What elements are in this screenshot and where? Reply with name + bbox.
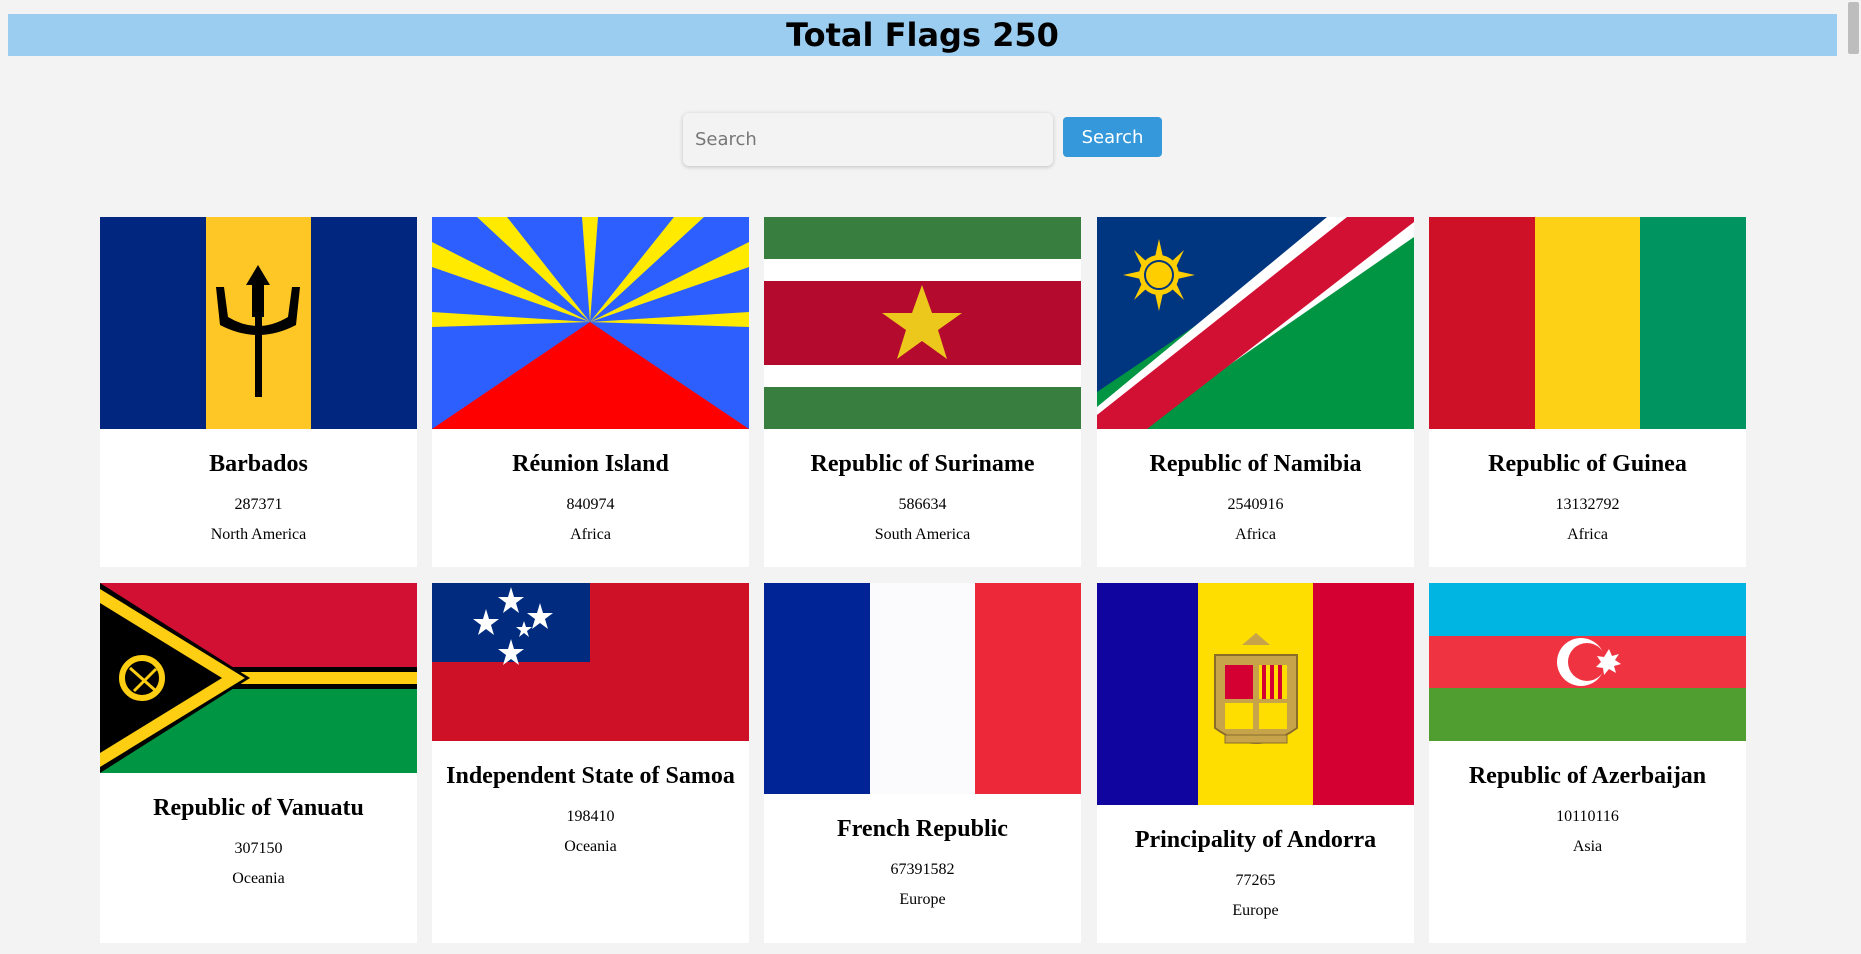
country-population: 840974 <box>566 496 615 513</box>
country-name: Principality of Andorra <box>1134 827 1377 853</box>
suriname-flag <box>764 217 1081 429</box>
country-population: 10110116 <box>1556 808 1619 825</box>
country-region: South America <box>874 526 971 543</box>
country-name: French Republic <box>837 816 1008 842</box>
country-card[interactable]: French Republic 67391582 Europe <box>764 583 1081 943</box>
vertical-scrollbar[interactable] <box>1846 0 1861 954</box>
andorra-flag <box>1097 583 1414 805</box>
country-name: Republic of Azerbaijan <box>1468 763 1707 789</box>
namibia-flag <box>1097 217 1414 429</box>
country-region: Oceania <box>564 838 617 855</box>
france-flag <box>764 583 1081 794</box>
country-population: 67391582 <box>890 861 955 878</box>
country-card[interactable]: Principality of Andorra 77265 Europe <box>1097 583 1414 943</box>
country-card[interactable]: Republic of Namibia 2540916 Africa <box>1097 217 1414 567</box>
country-name: Republic of Namibia <box>1149 451 1362 477</box>
country-name: Republic of Guinea <box>1488 451 1687 477</box>
country-population: 198410 <box>566 808 615 825</box>
country-population: 307150 <box>234 840 283 857</box>
country-population: 13132792 <box>1555 496 1620 513</box>
country-population: 77265 <box>1235 872 1276 889</box>
country-region: North America <box>210 526 307 543</box>
samoa-flag <box>432 583 749 741</box>
country-region: Europe <box>899 891 946 908</box>
country-population: 586634 <box>898 496 947 513</box>
country-name: Republic of Vanuatu <box>153 795 364 821</box>
country-region: Asia <box>1572 838 1603 855</box>
country-card[interactable]: Republic of Guinea 13132792 Africa <box>1429 217 1746 567</box>
country-name: Barbados <box>209 451 308 477</box>
country-region: Africa <box>570 526 611 543</box>
country-card[interactable]: Republic of Azerbaijan 10110116 Asia <box>1429 583 1746 943</box>
country-card[interactable]: Republic of Suriname 586634 South Americ… <box>764 217 1081 567</box>
country-card[interactable]: Republic of Vanuatu 307150 Oceania <box>100 583 417 943</box>
country-region: Africa <box>1567 526 1608 543</box>
azerbaijan-flag <box>1429 583 1746 741</box>
country-population: 287371 <box>234 496 283 513</box>
country-name: Réunion Island <box>512 451 669 477</box>
vanuatu-flag <box>100 583 417 773</box>
page-title: Total Flags 250 <box>786 16 1059 54</box>
country-region: Europe <box>1232 902 1279 919</box>
country-card[interactable]: Independent State of Samoa 198410 Oceani… <box>432 583 749 943</box>
country-card[interactable]: Barbados 287371 North America <box>100 217 417 567</box>
page-header: Total Flags 250 <box>8 14 1837 56</box>
country-region: Oceania <box>232 870 285 887</box>
country-name: Independent State of Samoa <box>446 763 735 789</box>
guinea-flag <box>1429 217 1746 429</box>
country-region: Africa <box>1235 526 1276 543</box>
barbados-flag <box>100 217 417 429</box>
search-button[interactable]: Search <box>1063 117 1162 157</box>
country-card[interactable]: Réunion Island 840974 Africa <box>432 217 749 567</box>
search-input[interactable] <box>683 113 1053 166</box>
reunion-flag <box>432 217 749 429</box>
scrollbar-thumb[interactable] <box>1848 2 1859 54</box>
country-name: Republic of Suriname <box>810 451 1035 477</box>
country-population: 2540916 <box>1227 496 1284 513</box>
